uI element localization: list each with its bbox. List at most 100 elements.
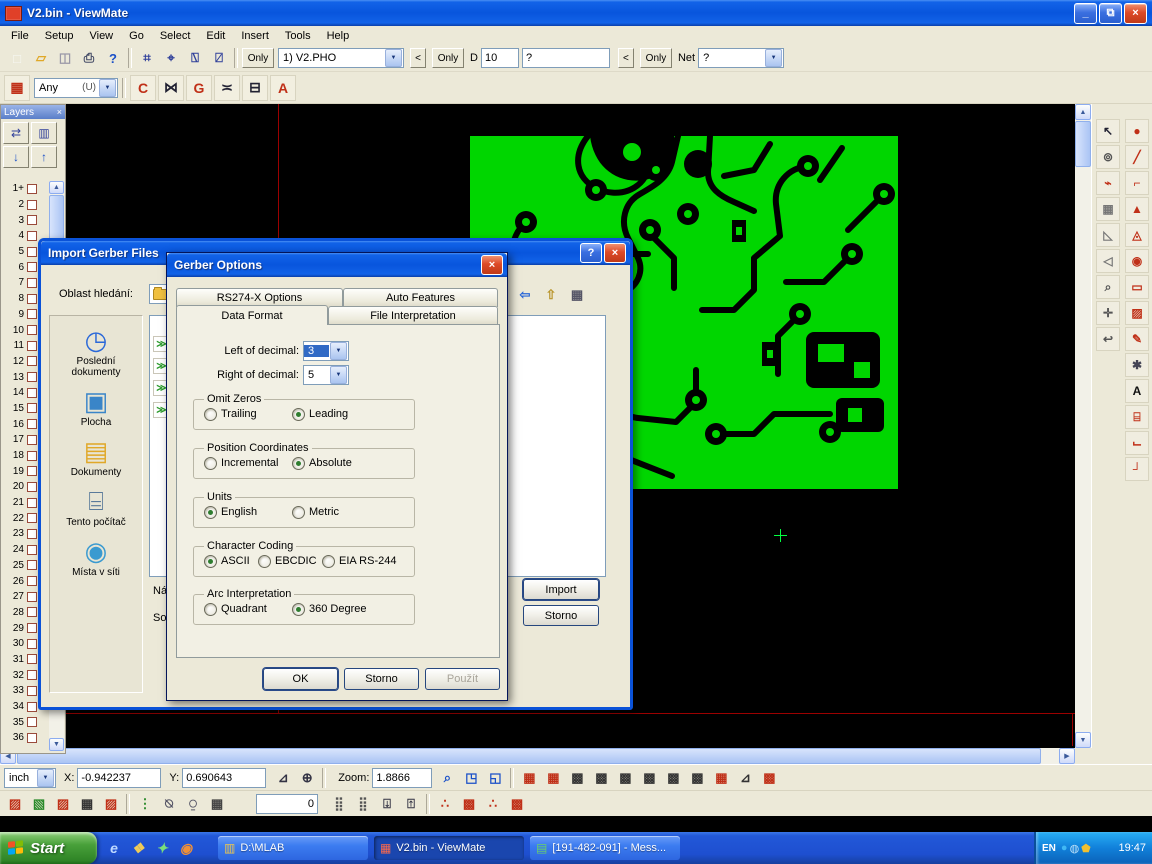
layer-row[interactable]: 2 (2, 197, 48, 213)
x-coordinate-input[interactable] (77, 768, 161, 788)
layer-visibility-checkbox[interactable] (27, 498, 37, 508)
context-help-icon[interactable]: ? (102, 47, 124, 69)
place-network[interactable]: ◉ Místa v síti (52, 535, 140, 578)
apply-button[interactable]: Použít (425, 668, 500, 690)
outline-mode-icon[interactable]: ▧ (28, 793, 50, 815)
minimize-button[interactable]: _ (1074, 3, 1097, 24)
left-of-decimal-combo[interactable]: 3 (303, 341, 349, 361)
scroll-right-icon[interactable] (1059, 748, 1075, 764)
gerber-options-titlebar[interactable]: Gerber Options × (167, 253, 507, 277)
place-documents[interactable]: ▤ Dokumenty (52, 435, 140, 478)
layer-swap-icon[interactable]: ⇄ (3, 122, 29, 144)
menu-item[interactable]: Select (152, 28, 199, 44)
radio-icon[interactable] (204, 506, 217, 519)
draw-triangle-icon[interactable]: ◬ (1125, 223, 1149, 247)
radio-eia-rs244[interactable]: EIA RS-244 (322, 555, 396, 568)
radio-ascii[interactable]: ASCII (204, 555, 258, 568)
menu-item[interactable]: View (81, 28, 121, 44)
prev-net-button[interactable]: < (618, 48, 634, 68)
pattern-icon[interactable]: ▩ (758, 767, 780, 789)
chevron-down-icon[interactable] (99, 79, 116, 97)
menu-item[interactable]: Help (319, 28, 358, 44)
prev-dcode-button[interactable]: < (410, 48, 426, 68)
fill-mode-icon[interactable]: ▨ (52, 793, 74, 815)
layer-visibility-checkbox[interactable] (27, 325, 37, 335)
units-combo[interactable]: inch (4, 768, 56, 788)
radio-360-degree[interactable]: 360 Degree (292, 603, 367, 616)
radio-english[interactable]: English (204, 506, 292, 519)
browser-icon[interactable]: ◉ (176, 838, 196, 858)
probe-b-icon[interactable]: ⍜ (182, 793, 204, 815)
hscroll-thumb[interactable] (17, 748, 1041, 764)
snap-up-icon[interactable]: ⍐ (400, 793, 422, 815)
highlight-icon[interactable]: ⌖ (160, 47, 182, 69)
layer-visibility-checkbox[interactable] (27, 435, 37, 445)
snap-down-icon[interactable]: ⍗ (376, 793, 398, 815)
mirror-icon[interactable]: ◁ (1096, 249, 1120, 273)
layer-visibility-checkbox[interactable] (27, 702, 37, 712)
radio-leading[interactable]: Leading (292, 408, 348, 421)
board-view-icon-6[interactable]: ▩ (686, 767, 708, 789)
chevron-down-icon[interactable] (330, 366, 347, 384)
new-file-icon[interactable]: □ (6, 47, 28, 69)
layer-row[interactable]: 3 (2, 212, 48, 228)
hatch-pattern-icon[interactable]: ▩ (458, 793, 480, 815)
display-mode-icon[interactable]: ▨ (4, 793, 26, 815)
board-view-icon-2[interactable]: ▩ (590, 767, 612, 789)
menu-item[interactable]: Insert (233, 28, 277, 44)
save-icon[interactable]: ◫ (54, 47, 76, 69)
radio-icon[interactable] (204, 603, 217, 616)
layer-visibility-checkbox[interactable] (27, 294, 37, 304)
right-of-decimal-combo[interactable]: 5 (303, 365, 349, 385)
draw-diagonal-icon[interactable]: ▨ (1125, 301, 1149, 325)
zoom-previous-icon[interactable]: ◱ (484, 767, 506, 789)
layer-row[interactable]: 36 (2, 730, 48, 746)
only-net-toggle[interactable]: Only (640, 48, 672, 68)
grid-red2-icon[interactable]: ▦ (542, 767, 564, 789)
pad-grid-icon[interactable]: ▦ (710, 767, 732, 789)
chevron-down-icon[interactable] (330, 342, 347, 360)
view-menu-icon[interactable]: ▦ (565, 284, 589, 306)
up-folder-icon[interactable]: ⇧ (539, 284, 563, 306)
draw-rect-icon[interactable]: ▭ (1125, 275, 1149, 299)
negative-mode-icon[interactable]: ▨ (100, 793, 122, 815)
print-icon[interactable]: ⎙ (78, 47, 100, 69)
security-shield-icon[interactable]: ⬟ (1081, 842, 1091, 855)
layer-visibility-checkbox[interactable] (27, 717, 37, 727)
dcode-input[interactable] (481, 48, 519, 68)
menu-item[interactable]: Setup (37, 28, 82, 44)
place-recent[interactable]: ◷ Poslední dokumenty (52, 324, 140, 378)
corner-right-icon[interactable]: ┘ (1125, 457, 1149, 481)
layer-visibility-checkbox[interactable] (27, 419, 37, 429)
start-button[interactable]: Start (0, 832, 97, 864)
burst-icon[interactable]: ✱ (1125, 353, 1149, 377)
messenger-tray-icon[interactable]: ● (1061, 842, 1068, 854)
layer-visibility-checkbox[interactable] (27, 654, 37, 664)
close-button[interactable]: × (604, 243, 626, 263)
layer-visibility-checkbox[interactable] (27, 372, 37, 382)
dot-grid2-icon[interactable]: ⣿ (352, 793, 374, 815)
dot-grid-icon[interactable]: ⣿ (328, 793, 350, 815)
dcode-status-input[interactable] (256, 794, 318, 814)
layer-visibility-checkbox[interactable] (27, 200, 37, 210)
radio-incremental[interactable]: Incremental (204, 457, 292, 470)
radio-icon[interactable] (292, 506, 305, 519)
explorer-icon[interactable]: ❖ (128, 838, 148, 858)
radio-metric[interactable]: Metric (292, 506, 339, 519)
tab-data-format[interactable]: Data Format (176, 305, 328, 325)
radio-icon[interactable] (292, 457, 305, 470)
draw-target-icon[interactable]: ◉ (1125, 249, 1149, 273)
place-desktop[interactable]: ▣ Plocha (52, 385, 140, 428)
radio-icon[interactable] (204, 457, 217, 470)
layer-visibility-checkbox[interactable] (27, 670, 37, 680)
tab-file-interpretation[interactable]: File Interpretation (328, 306, 498, 325)
canvas-hscrollbar[interactable] (0, 748, 1075, 764)
pan-move-icon[interactable]: ✛ (1096, 301, 1120, 325)
layer-visibility-checkbox[interactable] (27, 247, 37, 257)
radio-trailing[interactable]: Trailing (204, 408, 292, 421)
board-view-icon-4[interactable]: ▩ (638, 767, 660, 789)
layer-visibility-checkbox[interactable] (27, 466, 37, 476)
ok-button[interactable]: OK (263, 668, 338, 690)
only-layer-toggle[interactable]: Only (242, 48, 274, 68)
layer-visibility-checkbox[interactable] (27, 356, 37, 366)
